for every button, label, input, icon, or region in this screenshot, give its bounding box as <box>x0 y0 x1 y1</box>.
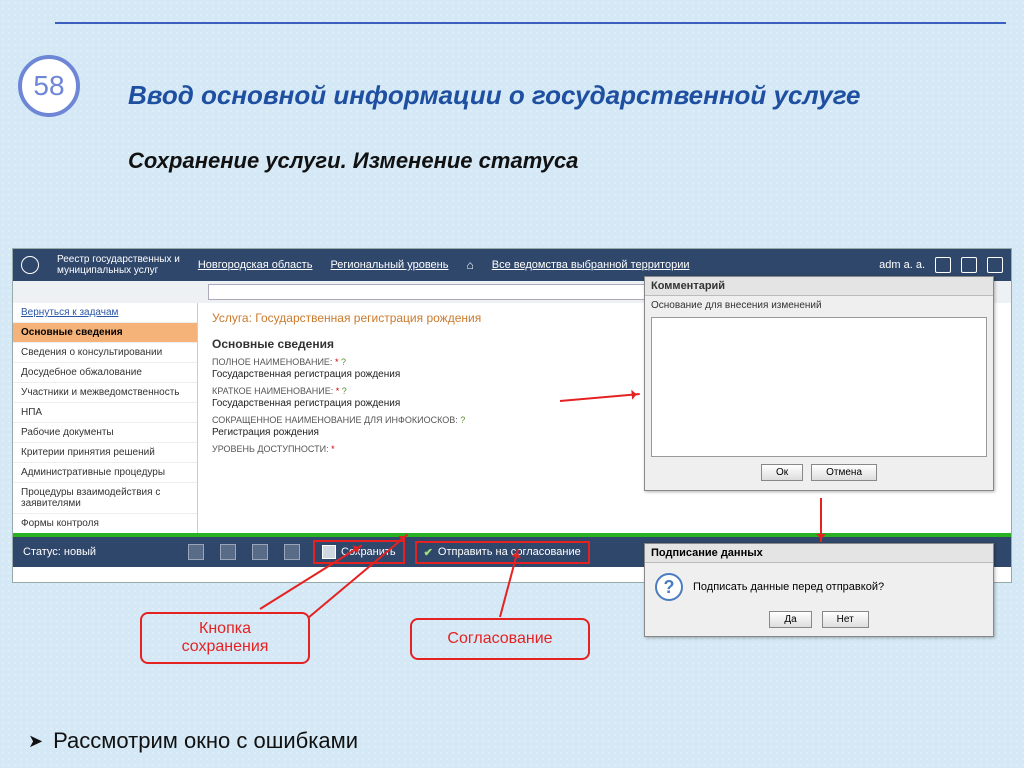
status-label: Статус: новый <box>23 546 96 558</box>
send-button-label: Отправить на согласование <box>438 546 581 558</box>
slide-subtitle: Сохранение услуги. Изменение статуса <box>128 148 578 174</box>
topbar-level[interactable]: Региональный уровень <box>330 259 448 271</box>
comment-textarea[interactable] <box>651 317 987 457</box>
comment-dialog: Комментарий Основание для внесения измен… <box>644 276 994 491</box>
floppy-icon <box>322 545 336 559</box>
comment-cancel-button[interactable]: Отмена <box>811 464 877 481</box>
sidebar-item[interactable]: Участники и межведомственность <box>13 383 197 403</box>
topbar-region[interactable]: Новгородская область <box>198 259 313 271</box>
sidebar-item[interactable]: Административные процедуры <box>13 463 197 483</box>
topbar-user: adm а. а. <box>879 259 925 271</box>
slide-number-badge: 58 <box>18 55 80 117</box>
service-name: Государственная регистрация рождения <box>255 311 481 325</box>
send-approval-button[interactable]: ✔ Отправить на согласование <box>418 544 587 561</box>
sidebar-item-main[interactable]: Основные сведения <box>13 323 197 343</box>
topbar-exit-icon[interactable] <box>987 257 1003 273</box>
sidebar: Вернуться к задачам Основные сведения Св… <box>13 303 198 558</box>
sign-no-button[interactable]: Нет <box>822 611 869 628</box>
top-rule <box>55 22 1006 24</box>
bullet-text: Рассмотрим окно с ошибками <box>53 728 358 754</box>
sidebar-item[interactable]: Процедуры взаимодействия с заявителями <box>13 483 197 514</box>
sidebar-item[interactable]: Рабочие документы <box>13 423 197 443</box>
arrow-down-to-sign <box>820 498 822 542</box>
topbar-scope[interactable]: Все ведомства выбранной территории <box>492 259 690 271</box>
app-title: Реестр государственных и муниципальных у… <box>57 254 180 276</box>
bullet-row: ➤ Рассмотрим окно с ошибками <box>28 728 358 754</box>
sidebar-item[interactable]: Критерии принятия решений <box>13 443 197 463</box>
sign-dialog: Подписание данных ? Подписать данные пер… <box>644 543 994 637</box>
topbar-info-icon[interactable] <box>961 257 977 273</box>
sign-dialog-text: Подписать данные перед отправкой? <box>693 581 884 593</box>
monitor-icon[interactable] <box>220 544 236 560</box>
question-icon: ? <box>655 573 683 601</box>
sidebar-back-link[interactable]: Вернуться к задачам <box>13 303 197 323</box>
comment-dialog-title: Комментарий <box>645 277 993 296</box>
sidebar-item[interactable]: НПА <box>13 403 197 423</box>
search-input[interactable] <box>208 284 648 300</box>
bullet-chevron-icon: ➤ <box>28 731 43 752</box>
slide-number: 58 <box>33 70 64 102</box>
home-icon[interactable]: ⌂ <box>466 258 473 272</box>
slide-title: Ввод основной информации о государственн… <box>128 80 994 111</box>
comment-ok-button[interactable]: Ок <box>761 464 803 481</box>
callout-send: Согласование <box>410 618 590 660</box>
sidebar-item[interactable]: Сведения о консультировании <box>13 343 197 363</box>
print-icon[interactable] <box>188 544 204 560</box>
sign-dialog-title: Подписание данных <box>645 544 993 563</box>
app-emblem-icon <box>21 256 39 274</box>
sidebar-item[interactable]: Формы контроля <box>13 514 197 534</box>
service-prefix: Услуга: <box>212 311 252 325</box>
doc-icon[interactable] <box>252 544 268 560</box>
topbar-chat-icon[interactable] <box>935 257 951 273</box>
sign-yes-button[interactable]: Да <box>769 611 811 628</box>
callout-save: Кнопка сохранения <box>140 612 310 664</box>
check-icon: ✔ <box>424 546 433 559</box>
export-icon[interactable] <box>284 544 300 560</box>
sidebar-item[interactable]: Досудебное обжалование <box>13 363 197 383</box>
comment-dialog-subtitle: Основание для внесения изменений <box>645 296 993 315</box>
